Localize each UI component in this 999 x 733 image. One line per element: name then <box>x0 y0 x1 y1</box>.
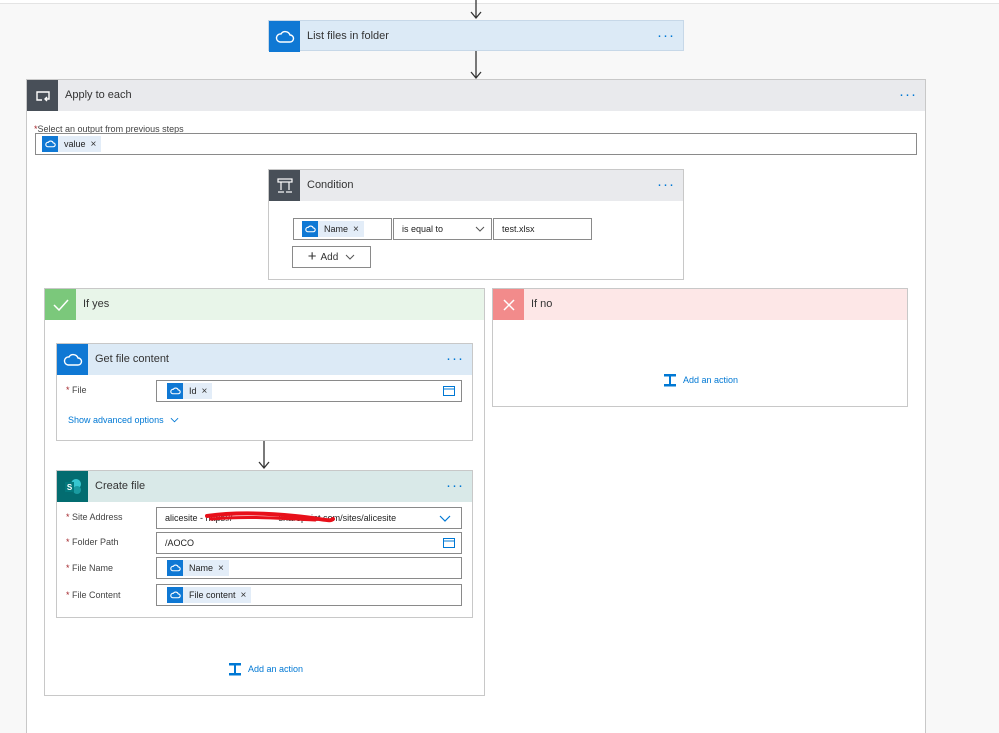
chevron-down-icon <box>475 226 485 232</box>
close-icon <box>493 289 524 320</box>
more-options-icon[interactable]: ··· <box>657 170 675 199</box>
more-options-icon[interactable]: ··· <box>446 471 464 500</box>
add-action-icon <box>229 663 241 676</box>
connector-arrow <box>258 441 270 470</box>
folder-path-label: * Folder Path <box>66 537 119 547</box>
apply-to-each-title: Apply to each <box>65 89 132 101</box>
select-output-field[interactable]: value × <box>35 133 917 155</box>
condition-header[interactable]: Condition ··· <box>269 170 683 201</box>
canvas-top-border <box>0 0 999 4</box>
plus-icon: + <box>307 248 317 265</box>
value-token[interactable]: value × <box>42 136 102 152</box>
more-options-icon[interactable]: ··· <box>899 80 917 109</box>
add-action-icon <box>664 374 676 387</box>
site-address-label: * Site Address <box>66 512 123 522</box>
add-condition-button[interactable]: + Add <box>292 246 371 268</box>
more-options-icon[interactable]: ··· <box>446 344 464 373</box>
condition-operator-select[interactable]: is equal to <box>393 218 492 240</box>
if-no-add-action[interactable]: Add an action <box>663 373 738 387</box>
connector-arrow <box>470 0 482 20</box>
folder-path-field[interactable]: /AOCO <box>156 532 462 554</box>
name-token[interactable]: Name × <box>302 221 364 237</box>
create-file-header[interactable]: S Create file ··· <box>57 471 472 502</box>
chevron-down-icon <box>439 515 451 522</box>
name-token[interactable]: Name × <box>167 560 229 576</box>
checkmark-icon <box>45 289 76 320</box>
chevron-down-icon <box>345 254 355 260</box>
folder-picker-icon[interactable] <box>443 385 455 396</box>
cloud-icon <box>167 560 183 576</box>
file-content-label: * File Content <box>66 590 121 600</box>
condition-icon <box>269 170 300 201</box>
cloud-icon <box>167 383 183 399</box>
list-files-title: List files in folder <box>307 30 389 42</box>
get-file-content-header[interactable]: Get file content ··· <box>57 344 472 375</box>
file-content-token[interactable]: File content × <box>167 587 252 603</box>
remove-token-icon[interactable]: × <box>353 224 359 235</box>
apply-to-each-header[interactable]: Apply to each ··· <box>27 80 925 111</box>
get-file-content-title: Get file content <box>95 353 169 365</box>
remove-token-icon[interactable]: × <box>218 563 224 574</box>
if-yes-header[interactable]: If yes <box>45 289 484 320</box>
sharepoint-icon: S <box>57 471 88 502</box>
id-token[interactable]: Id × <box>167 383 213 399</box>
condition-left-operand[interactable]: Name × <box>293 218 392 240</box>
folder-picker-icon[interactable] <box>443 537 455 548</box>
if-no-header[interactable]: If no <box>493 289 907 320</box>
remove-token-icon[interactable]: × <box>202 386 208 397</box>
file-label: * File <box>66 385 87 395</box>
cloud-icon <box>167 587 183 603</box>
remove-token-icon[interactable]: × <box>91 139 97 150</box>
chevron-down-icon <box>170 417 178 423</box>
cloud-icon <box>57 344 88 375</box>
cloud-icon <box>302 221 318 237</box>
list-files-card[interactable]: List files in folder ··· <box>268 20 684 52</box>
svg-text:S: S <box>66 483 72 492</box>
condition-title: Condition <box>307 179 354 191</box>
if-no-title: If no <box>531 298 553 310</box>
site-address-select[interactable]: alicesite - https://sharepoint.com/sites… <box>156 507 462 529</box>
cloud-icon <box>42 136 58 152</box>
condition-right-operand[interactable]: test.xlsx <box>493 218 592 240</box>
redaction-scribble <box>205 511 335 523</box>
file-field[interactable]: Id × <box>156 380 462 402</box>
if-yes-add-action[interactable]: Add an action <box>228 662 303 676</box>
create-file-title: Create file <box>95 480 146 492</box>
loop-icon <box>27 80 58 111</box>
if-yes-title: If yes <box>83 298 110 310</box>
show-advanced-options[interactable]: Show advanced options <box>68 415 179 425</box>
remove-token-icon[interactable]: × <box>241 590 247 601</box>
cloud-icon <box>269 21 300 52</box>
if-no-branch: If no <box>492 288 908 407</box>
more-options-icon[interactable]: ··· <box>657 21 675 50</box>
connector-arrow <box>470 51 482 80</box>
file-name-field[interactable]: Name × <box>156 557 462 579</box>
file-content-field[interactable]: File content × <box>156 584 462 606</box>
file-name-label: * File Name <box>66 563 114 573</box>
